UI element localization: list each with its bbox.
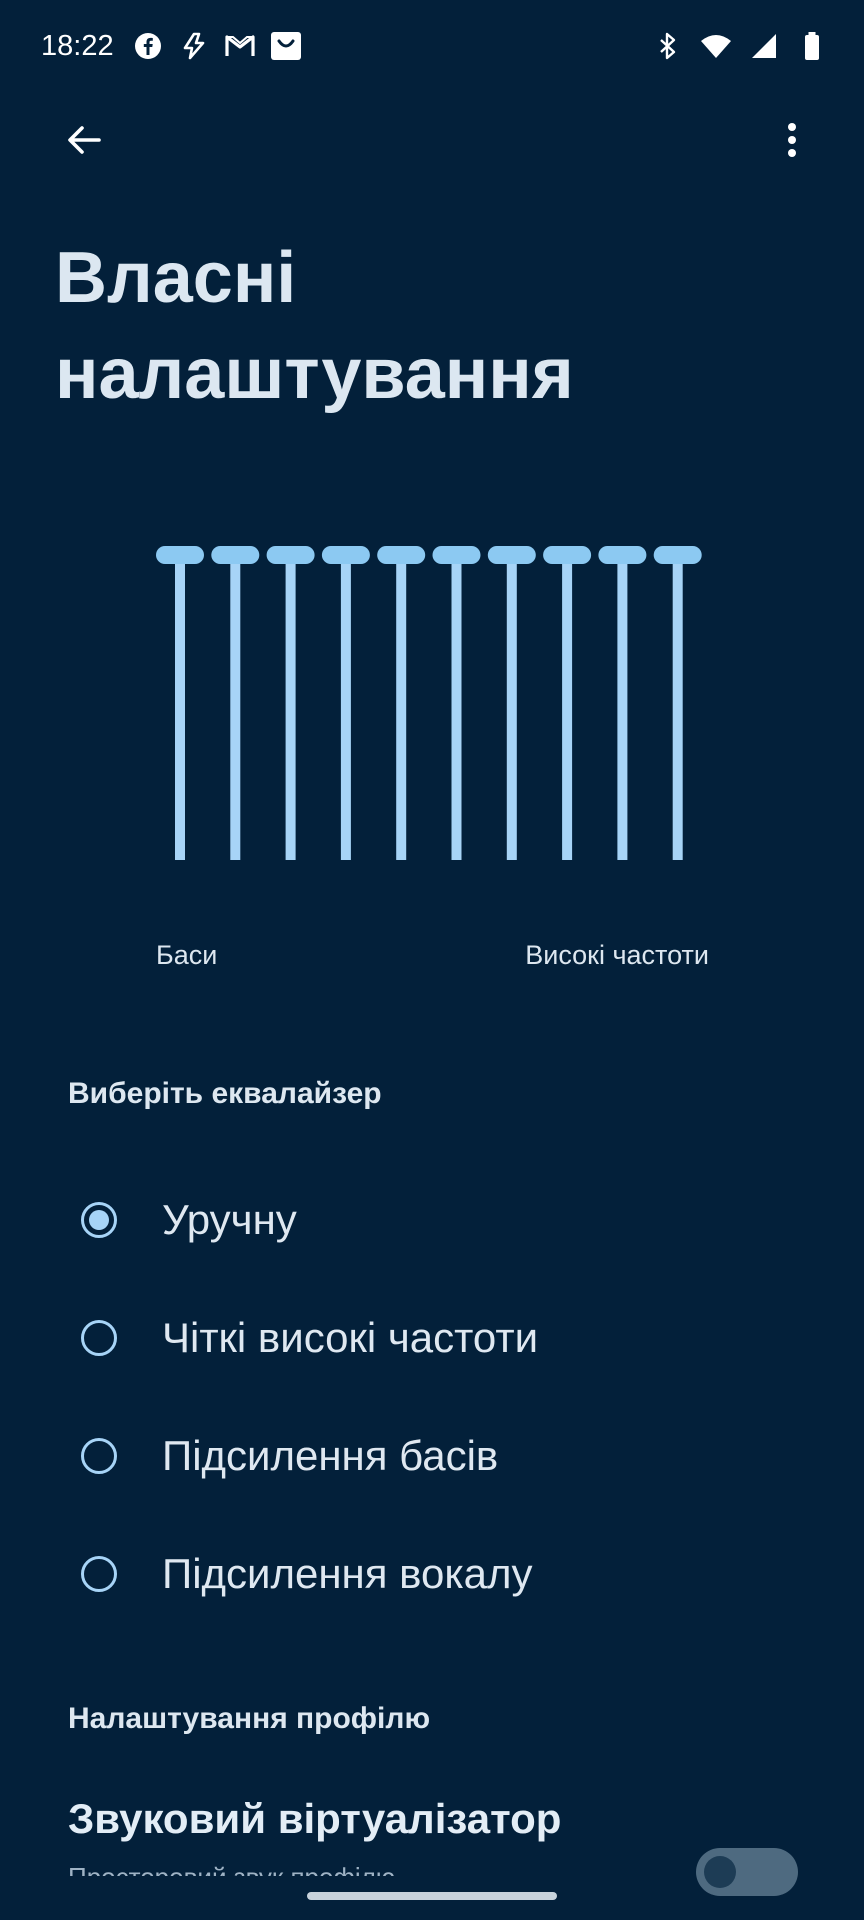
battery-icon: [796, 30, 828, 62]
eq-band-handle[interactable]: [156, 546, 204, 564]
sound-virtualizer-title[interactable]: Звуковий віртуалізатор: [68, 1795, 561, 1843]
radio-selected-dot: [89, 1210, 109, 1230]
sound-virtualizer-toggle[interactable]: [696, 1848, 798, 1896]
wifi-icon: [700, 30, 732, 62]
radio-option-bass-boost[interactable]: Підсилення басів: [60, 1406, 820, 1506]
eq-band-track: [562, 555, 573, 860]
status-bar: 18:22: [0, 0, 864, 96]
back-button[interactable]: [56, 112, 112, 168]
eq-band-slider[interactable]: [156, 546, 204, 860]
gmail-icon: [224, 30, 256, 62]
arrow-back-icon: [68, 126, 101, 154]
page-title-line2: налаштування: [55, 334, 574, 414]
radio-label: Уручну: [162, 1196, 297, 1243]
facebook-icon: [132, 30, 164, 62]
eq-band-track: [451, 555, 462, 860]
app-notification-icon: [178, 30, 210, 62]
page-title-line1: Власні: [55, 238, 297, 318]
eq-band-handle[interactable]: [543, 546, 592, 564]
more-vert-icon: [788, 123, 796, 157]
eq-band-slider[interactable]: [377, 546, 426, 860]
eq-label-treble: Високі частоти: [525, 940, 709, 970]
notification-icons: [132, 30, 302, 62]
eq-band-handle[interactable]: [266, 546, 315, 564]
radio-button[interactable]: [81, 1202, 117, 1238]
eq-band-track: [230, 555, 241, 860]
eq-band-slider[interactable]: [653, 546, 702, 860]
eq-band-slider[interactable]: [432, 546, 481, 860]
radio-label: Підсилення вокалу: [162, 1550, 533, 1597]
radio-label: Чіткі високі частоти: [162, 1314, 539, 1361]
radio-button[interactable]: [81, 1320, 117, 1356]
eq-band-handle[interactable]: [653, 546, 702, 564]
eq-band-handle[interactable]: [377, 546, 426, 564]
eq-band-slider[interactable]: [487, 546, 536, 860]
eq-band-slider[interactable]: [266, 546, 315, 860]
shopping-bag-icon: [270, 30, 302, 62]
eq-band-slider[interactable]: [211, 546, 260, 860]
radio-option-clear-treble[interactable]: Чіткі високі частоти: [60, 1288, 820, 1388]
eq-label-bass: Баси: [156, 940, 218, 970]
equalizer: [156, 546, 702, 860]
system-icons: [652, 30, 828, 62]
eq-band-handle[interactable]: [487, 546, 536, 564]
signal-icon: [748, 30, 780, 62]
eq-band-track: [396, 555, 407, 860]
app-bar: [0, 100, 864, 180]
eq-band-track: [175, 555, 185, 860]
toggle-thumb: [704, 1856, 736, 1888]
eq-band-handle[interactable]: [211, 546, 260, 564]
eq-band-track: [672, 555, 683, 860]
radio-button[interactable]: [81, 1556, 117, 1592]
eq-band-track: [340, 555, 351, 860]
radio-option-vocal-boost[interactable]: Підсилення вокалу: [60, 1524, 820, 1624]
eq-band-slider[interactable]: [598, 546, 647, 860]
eq-band-slider[interactable]: [543, 546, 592, 860]
page-title: Власні налаштування: [55, 230, 815, 422]
more-options-button[interactable]: [764, 112, 820, 168]
radio-option-manual[interactable]: Уручну: [60, 1170, 820, 1270]
eq-band-track: [617, 555, 628, 860]
eq-band-handle[interactable]: [598, 546, 647, 564]
radio-label: Підсилення басів: [162, 1432, 499, 1479]
sound-virtualizer-subtitle: Просторовий звук профілю: [68, 1862, 395, 1876]
eq-band-track: [506, 555, 517, 860]
status-time: 18:22: [41, 30, 114, 62]
radio-button[interactable]: [81, 1438, 117, 1474]
select-equalizer-header: Виберіть еквалайзер: [68, 1077, 382, 1110]
profile-settings-header: Налаштування профілю: [68, 1702, 431, 1735]
eq-band-handle[interactable]: [432, 546, 481, 564]
bluetooth-icon: [652, 30, 684, 62]
gesture-nav-handle[interactable]: [307, 1892, 557, 1900]
eq-band-slider[interactable]: [321, 546, 370, 860]
eq-band-handle[interactable]: [321, 546, 370, 564]
eq-band-track: [285, 555, 296, 860]
